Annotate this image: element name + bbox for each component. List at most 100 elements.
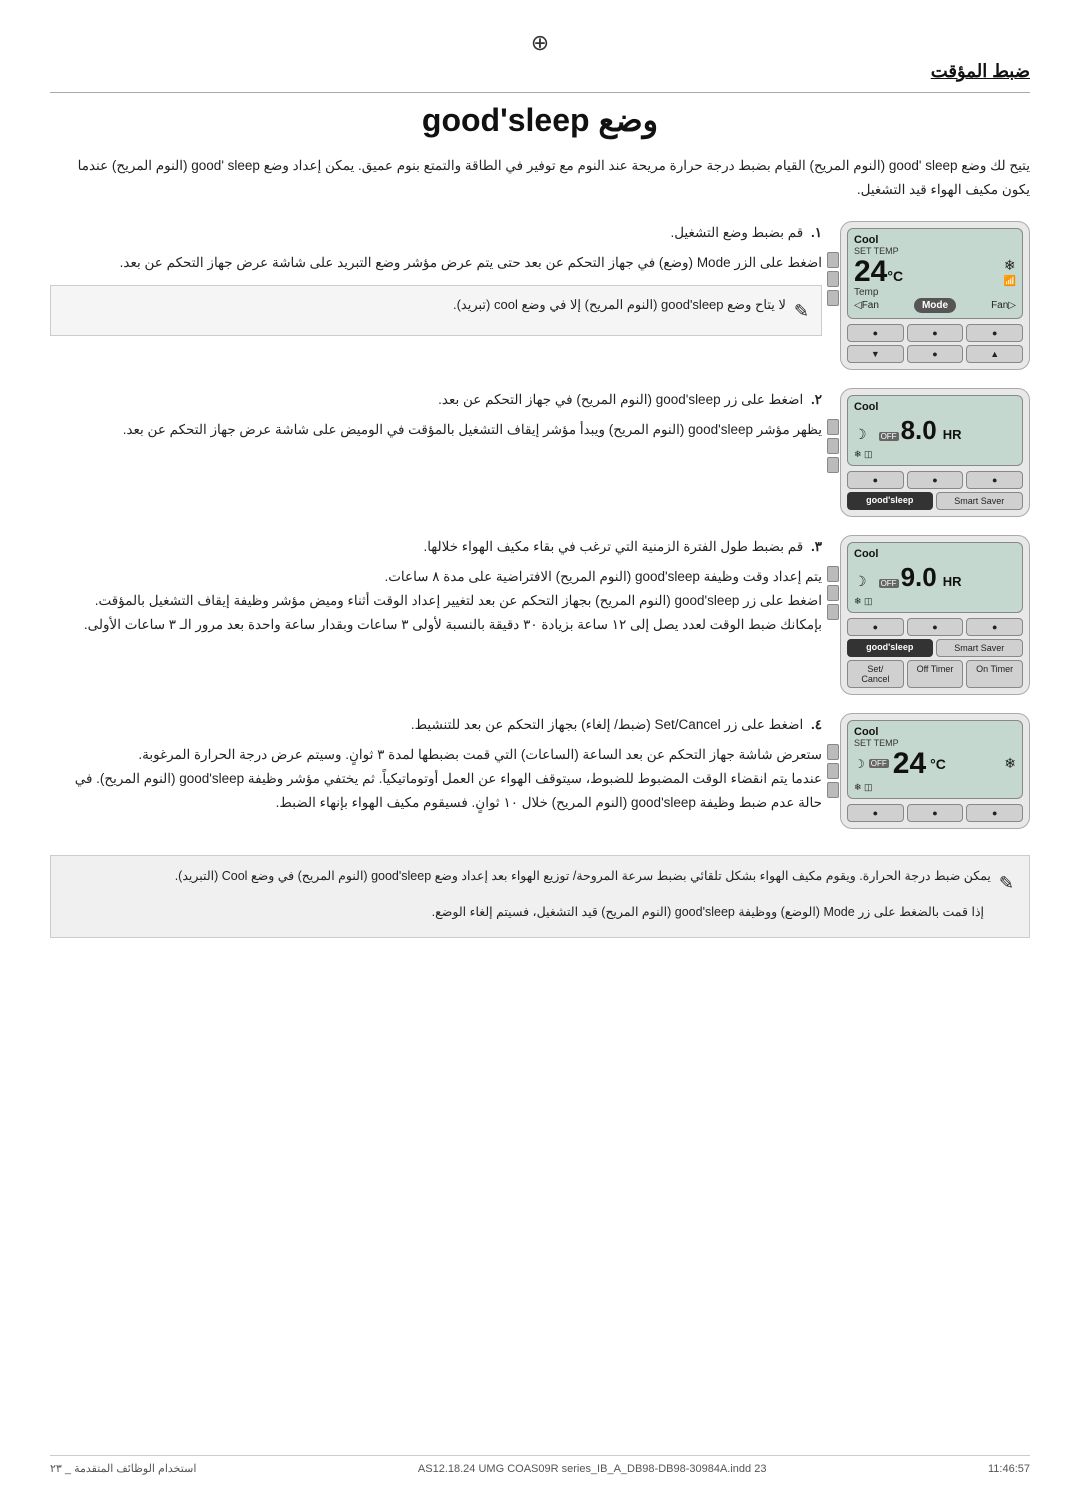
on-timer-btn[interactable]: On Timer (966, 660, 1023, 688)
btn-d2-1[interactable]: ● (966, 471, 1023, 489)
device-1-screen: Cool SET TEMP 24 °C ❄ 📶 T (847, 228, 1023, 319)
bottom-note-2: إذا قمت بالضغط على زر Mode (الوضع) ووظيف… (66, 902, 1014, 923)
temp-unit-4: °C (930, 756, 946, 772)
btn-d3-2[interactable]: ● (907, 618, 964, 636)
step-3-text: ٣. قم بضبط طول الفترة الزمنية التي ترغب … (50, 535, 822, 638)
btn-3[interactable]: ● (847, 324, 904, 342)
btn-d2-3[interactable]: ● (847, 471, 904, 489)
device-2-side-btns (827, 419, 839, 473)
intro-text: يتيح لك وضع good' sleep (النوم المريح) ا… (50, 154, 1030, 203)
screen-cool-label: Cool (854, 234, 1016, 246)
footer-right: استخدام الوظائف المتقدمة _ ٢٣ (50, 1462, 196, 1475)
step-2-number: ٢. (811, 392, 822, 407)
note-box-1: ✎ لا يتاح وضع good'sleep (النوم المريح) … (50, 285, 822, 336)
screen-fan-area: ◁Fan Mode Fan▷ (854, 298, 1016, 313)
step-2-row: Cool ☽ OFF 8.0 HR ❄ ◫ ● ● ● (50, 388, 1030, 517)
btn-d4-2[interactable]: ● (907, 804, 964, 822)
device-1-bottom: ● ● ● ▲ ● ▼ (847, 324, 1023, 363)
section-title: ضبط المؤقت (50, 61, 1030, 82)
side-btn-1[interactable] (827, 252, 839, 268)
main-title: وضع good'sleep (50, 101, 1030, 139)
off-timer-btn[interactable]: Off Timer (907, 660, 964, 688)
smart-saver-btn-3[interactable]: Smart Saver (936, 639, 1024, 657)
device-4-screen: Cool SET TEMP ☽ OFF 24 °C ❄ (847, 720, 1023, 799)
step-2-label: اضغط على زر good'sleep (النوم المريح) في… (438, 392, 803, 407)
device-3: Cool ☽ OFF 9.0 HR ❄ ◫ ● ● ● (840, 535, 1030, 695)
side-btn-9[interactable] (827, 604, 839, 620)
wifi-icon: 📶 (1004, 276, 1016, 287)
hr-value-3: 9.0 (901, 562, 937, 593)
side-btn-8[interactable] (827, 585, 839, 601)
step-1-row: Cool SET TEMP 24 °C ❄ 📶 T (50, 221, 1030, 370)
screen-settemp-4: SET TEMP (854, 738, 1016, 748)
off-label-2: OFF (879, 432, 899, 441)
side-btn-3[interactable] (827, 290, 839, 306)
side-btn-12[interactable] (827, 782, 839, 798)
step-1-sub: اضغط على الزر Mode (وضع) في جهاز التحكم … (50, 251, 822, 275)
screen-temp-row: Temp (854, 287, 1016, 298)
side-btn-10[interactable] (827, 744, 839, 760)
side-btn-2[interactable] (827, 271, 839, 287)
btn-d2-2[interactable]: ● (907, 471, 964, 489)
step-3-row: Cool ☽ OFF 9.0 HR ❄ ◫ ● ● ● (50, 535, 1030, 695)
btn-d3-1[interactable]: ● (966, 618, 1023, 636)
steps-container: Cool SET TEMP 24 °C ❄ 📶 T (50, 221, 1030, 837)
btn-5[interactable]: ● (907, 345, 964, 363)
step-4-main: ٤. اضغط على زر Set/Cancel (ضبط/ إلغاء) ب… (50, 713, 822, 737)
screen-fan-icons-2: ❄ ◫ (854, 449, 1016, 460)
off-label-4: OFF (869, 759, 889, 768)
fan-right-label: Fan▷ (991, 300, 1016, 311)
set-cancel-btn[interactable]: Set/ Cancel (847, 660, 904, 688)
mode-button[interactable]: Mode (914, 298, 956, 313)
btn-d3-3[interactable]: ● (847, 618, 904, 636)
device-3-side-btns (827, 566, 839, 620)
screen-cool-3: Cool (854, 548, 1016, 560)
btn-1[interactable]: ● (966, 324, 1023, 342)
bottom-note-1: ✎ يمكن ضبط درجة الحرارة. ويقوم مكيف الهو… (66, 866, 1014, 899)
temp-value-4: 24 (893, 749, 926, 779)
device-4: Cool SET TEMP ☽ OFF 24 °C ❄ (840, 713, 1030, 829)
sleep-btn-2[interactable]: good'sleep (847, 492, 933, 510)
off-label-3: OFF (879, 579, 899, 588)
device-1-wrapper: Cool SET TEMP 24 °C ❄ 📶 T (840, 221, 1030, 370)
device-1: Cool SET TEMP 24 °C ❄ 📶 T (840, 221, 1030, 370)
btn-d4-1[interactable]: ● (966, 804, 1023, 822)
screen-fan-icons-4: ❄ ◫ (854, 782, 1016, 793)
btn-d4-3[interactable]: ● (847, 804, 904, 822)
side-btn-4[interactable] (827, 419, 839, 435)
device-2-screen: Cool ☽ OFF 8.0 HR ❄ ◫ (847, 395, 1023, 466)
device-2: Cool ☽ OFF 8.0 HR ❄ ◫ ● ● ● (840, 388, 1030, 517)
page: ⊕ ضبط المؤقت وضع good'sleep يتيح لك وضع … (0, 0, 1080, 1495)
btn-2[interactable]: ● (907, 324, 964, 342)
hr-row-3: ☽ OFF 9.0 HR (854, 562, 1016, 593)
step-3-number: ٣. (811, 539, 822, 554)
note-icon: ✎ (794, 296, 809, 327)
screen-cool-2: Cool (854, 401, 1016, 413)
device-4-wrapper: Cool SET TEMP ☽ OFF 24 °C ❄ (840, 713, 1030, 829)
page-footer: 11:46:57 AS12.18.24 UMG COAS09R series_I… (50, 1455, 1030, 1475)
bottom-notes: ✎ يمكن ضبط درجة الحرارة. ويقوم مكيف الهو… (50, 855, 1030, 939)
side-btn-7[interactable] (827, 566, 839, 582)
device-1-side-btns (827, 252, 839, 306)
note-sleep-cool: لا يتاح وضع good'sleep (النوم المريح) إل… (453, 294, 786, 316)
side-btn-11[interactable] (827, 763, 839, 779)
device-3-btns: ● ● ● (847, 618, 1023, 636)
side-btn-6[interactable] (827, 457, 839, 473)
fan-left-label: ◁Fan (854, 300, 879, 311)
step-2-main: ٢. اضغط على زر good'sleep (النوم المريح)… (50, 388, 822, 412)
sleep-btn-3[interactable]: good'sleep (847, 639, 933, 657)
device-1-grid: ● ● ● ▲ ● ▼ (847, 324, 1023, 363)
hr-label-2: HR (943, 427, 962, 442)
divider (50, 92, 1030, 93)
device-2-wrapper: Cool ☽ OFF 8.0 HR ❄ ◫ ● ● ● (840, 388, 1030, 517)
step-3-main: ٣. قم بضبط طول الفترة الزمنية التي ترغب … (50, 535, 822, 559)
side-btn-5[interactable] (827, 438, 839, 454)
crosshair-icon: ⊕ (531, 30, 549, 55)
smart-saver-btn-2[interactable]: Smart Saver (936, 492, 1024, 510)
btn-6[interactable]: ▼ (847, 345, 904, 363)
step-3-sub: يتم إعداد وقت وظيفة good'sleep (النوم ال… (50, 565, 822, 638)
bottom-note-1-text: يمكن ضبط درجة الحرارة. ويقوم مكيف الهواء… (175, 866, 991, 887)
btn-4[interactable]: ▲ (966, 345, 1023, 363)
step-1-label: قم بضبط وضع التشغيل. (670, 225, 803, 240)
device-3-timer-btns: On Timer Off Timer Set/ Cancel (847, 660, 1023, 688)
